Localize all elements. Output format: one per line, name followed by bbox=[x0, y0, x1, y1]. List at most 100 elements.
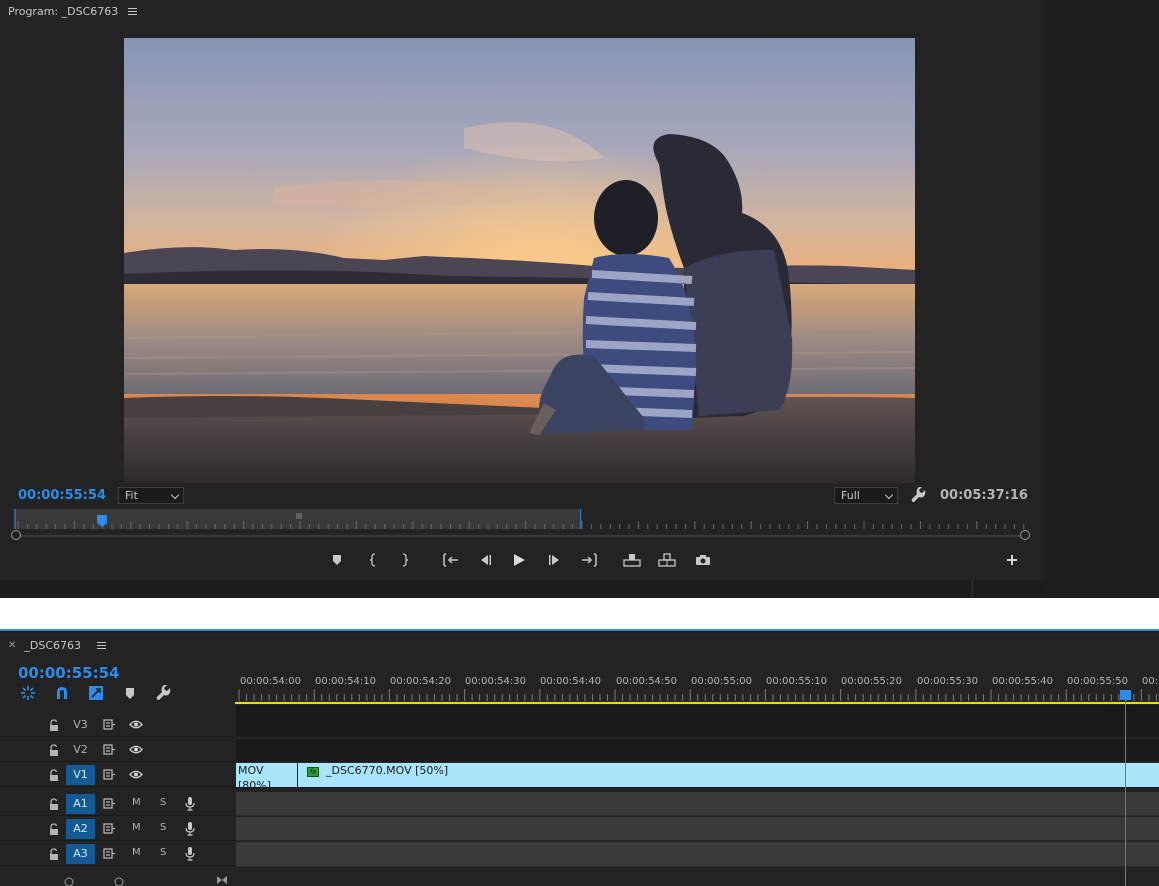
track-lock-icon[interactable] bbox=[49, 719, 59, 731]
chevron-down-icon bbox=[884, 490, 894, 500]
ruler-label: 00:00:55:40 bbox=[992, 676, 1054, 687]
sync-lock-icon[interactable] bbox=[103, 823, 116, 834]
timeline-time-ruler[interactable]: 00:00:54:00 00:00:54:10 00:00:54:20 00:0… bbox=[238, 659, 1159, 705]
track-label-a3[interactable]: A3 bbox=[66, 844, 95, 864]
mark-out-button[interactable] bbox=[395, 550, 415, 570]
zoom-handle-right[interactable] bbox=[1020, 530, 1030, 540]
sync-lock-icon[interactable] bbox=[103, 848, 116, 859]
button-editor-button[interactable] bbox=[1002, 550, 1022, 570]
panel-menu-icon[interactable] bbox=[97, 642, 107, 649]
snap-magnet-icon[interactable] bbox=[54, 685, 70, 701]
timeline-panel: ✕ _DSC6763 00:00:55:54 00:00:54:00 00:00… bbox=[0, 633, 1159, 886]
ruler-label: 00:00:55:10 bbox=[766, 676, 828, 687]
panel-separator bbox=[0, 598, 1159, 631]
zoom-handle-left[interactable] bbox=[11, 530, 21, 540]
sync-lock-icon[interactable] bbox=[103, 744, 116, 755]
track-label-v3[interactable]: V3 bbox=[66, 715, 95, 735]
mark-out-icon bbox=[402, 553, 409, 567]
microphone-icon[interactable] bbox=[185, 846, 195, 861]
track-lock-icon[interactable] bbox=[49, 769, 59, 781]
linked-selection-icon[interactable] bbox=[88, 685, 104, 701]
nest-sequence-icon[interactable] bbox=[20, 685, 36, 701]
zoom-level-value: Fit bbox=[125, 489, 138, 502]
eye-icon[interactable] bbox=[129, 769, 143, 780]
step-back-button[interactable] bbox=[475, 550, 495, 570]
eye-icon[interactable] bbox=[129, 744, 143, 755]
track-header-a1: A1 M S bbox=[0, 792, 235, 816]
track-lock-icon[interactable] bbox=[49, 744, 59, 756]
settings-wrench-icon[interactable] bbox=[911, 487, 927, 503]
ruler-label: 00:00:54:50 bbox=[616, 676, 678, 687]
microphone-icon[interactable] bbox=[185, 821, 195, 836]
track-header-a3: A3 M S bbox=[0, 842, 235, 866]
go-to-in-button[interactable] bbox=[441, 550, 461, 570]
track-height-slider[interactable] bbox=[0, 870, 235, 886]
close-icon[interactable]: ✕ bbox=[8, 640, 16, 651]
work-area-bar[interactable] bbox=[235, 702, 1159, 704]
export-frame-button[interactable] bbox=[693, 550, 713, 570]
track-area-v2[interactable] bbox=[236, 739, 1159, 763]
extract-button[interactable] bbox=[657, 550, 677, 570]
timeline-ruler-ticks bbox=[238, 689, 1157, 701]
go-to-in-icon bbox=[443, 553, 458, 567]
chevron-down-icon bbox=[170, 490, 180, 500]
marker-icon bbox=[333, 555, 341, 565]
ruler-label: 00:00:54:30 bbox=[465, 676, 527, 687]
step-forward-icon bbox=[549, 555, 559, 565]
program-current-timecode[interactable]: 00:00:55:54 bbox=[18, 488, 106, 503]
ruler-label: 00:00:54:20 bbox=[390, 676, 452, 687]
program-monitor-tab[interactable]: Program: _DSC6763 bbox=[8, 5, 138, 18]
add-marker-icon[interactable] bbox=[122, 685, 138, 701]
step-forward-button[interactable] bbox=[545, 550, 565, 570]
solo-button[interactable]: S bbox=[160, 822, 166, 833]
track-header-v1: V1 bbox=[0, 763, 235, 787]
track-label-v1[interactable]: V1 bbox=[66, 765, 95, 785]
play-button[interactable] bbox=[509, 550, 529, 570]
track-area-a3[interactable] bbox=[236, 842, 1159, 867]
mute-button[interactable]: M bbox=[132, 822, 141, 833]
track-label-a1[interactable]: A1 bbox=[66, 794, 95, 814]
ruler-label: 00:00:54:10 bbox=[315, 676, 377, 687]
mute-button[interactable]: M bbox=[132, 797, 141, 808]
microphone-icon[interactable] bbox=[185, 796, 195, 811]
sequence-tab[interactable]: ✕ _DSC6763 bbox=[8, 639, 107, 652]
go-to-out-icon bbox=[582, 553, 597, 567]
extract-icon bbox=[658, 553, 676, 567]
solo-button[interactable]: S bbox=[160, 797, 166, 808]
track-lock-icon[interactable] bbox=[49, 848, 59, 860]
eye-icon[interactable] bbox=[129, 719, 143, 730]
timeline-timecode[interactable]: 00:00:55:54 bbox=[18, 664, 120, 682]
fx-badge: fx bbox=[307, 767, 319, 777]
video-clip[interactable]: _DSC6770.MOV [50%] bbox=[298, 763, 1159, 787]
track-area-a2[interactable] bbox=[236, 817, 1159, 841]
track-area-v3[interactable] bbox=[236, 705, 1159, 738]
lift-button[interactable] bbox=[622, 550, 642, 570]
track-area-v1[interactable]: MOV [80%] _DSC6770.MOV [50%] bbox=[236, 763, 1159, 792]
clip-label: MOV [80%] bbox=[238, 764, 272, 792]
track-area-a1[interactable] bbox=[236, 792, 1159, 816]
track-label-a2[interactable]: A2 bbox=[66, 819, 95, 839]
zoom-scroll-bar[interactable] bbox=[14, 535, 1026, 537]
mark-in-button[interactable] bbox=[363, 550, 383, 570]
panel-menu-icon[interactable] bbox=[128, 8, 138, 15]
playback-resolution-select[interactable]: Full bbox=[834, 487, 898, 504]
sync-lock-icon[interactable] bbox=[103, 719, 116, 730]
mute-button[interactable]: M bbox=[132, 847, 141, 858]
video-clip[interactable]: MOV [80%] bbox=[236, 763, 297, 792]
sync-lock-icon[interactable] bbox=[103, 769, 116, 780]
add-marker-button[interactable] bbox=[327, 550, 347, 570]
timeline-settings-wrench-icon[interactable] bbox=[156, 685, 172, 701]
program-time-ruler[interactable] bbox=[14, 509, 1026, 529]
plus-icon bbox=[1007, 555, 1017, 565]
clip-label: _DSC6770.MOV [50%] bbox=[326, 764, 449, 777]
sync-lock-icon[interactable] bbox=[103, 798, 116, 809]
ruler-label: 00:00:55:30 bbox=[917, 676, 979, 687]
track-label-v2[interactable]: V2 bbox=[66, 740, 95, 760]
zoom-level-select[interactable]: Fit bbox=[118, 487, 184, 504]
program-video-frame bbox=[124, 38, 915, 483]
go-to-out-button[interactable] bbox=[579, 550, 599, 570]
solo-button[interactable]: S bbox=[160, 847, 166, 858]
mark-in-icon bbox=[369, 553, 376, 567]
track-lock-icon[interactable] bbox=[49, 798, 59, 810]
track-lock-icon[interactable] bbox=[49, 823, 59, 835]
